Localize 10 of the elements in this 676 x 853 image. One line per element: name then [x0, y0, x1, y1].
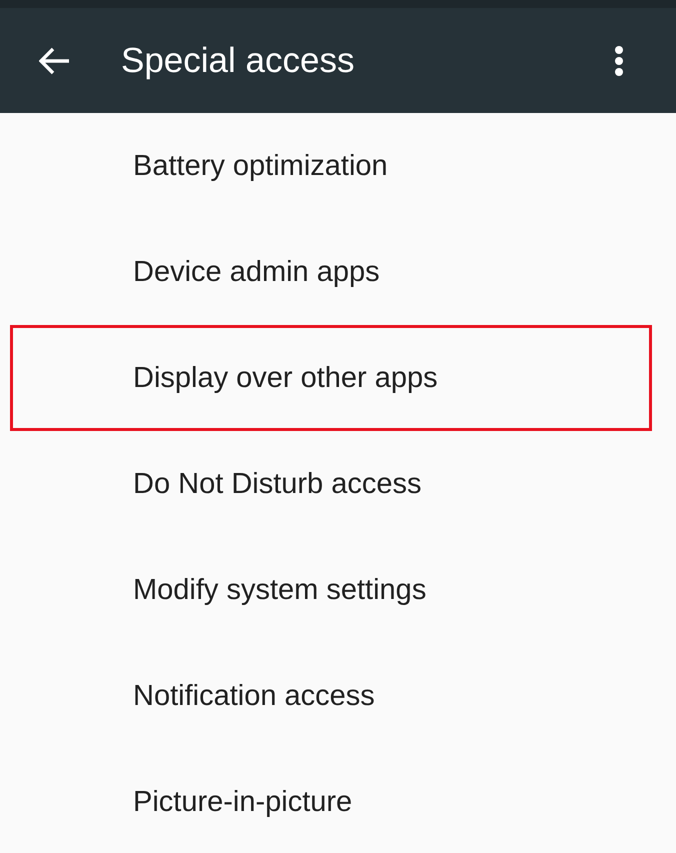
settings-item[interactable]: Modify system settings: [10, 537, 652, 643]
settings-item[interactable]: Do Not Disturb access: [10, 431, 652, 537]
settings-item[interactable]: Battery optimization: [10, 113, 652, 219]
screen-title: Special access: [121, 40, 356, 80]
more-options-icon[interactable]: [614, 46, 624, 76]
settings-item[interactable]: Display over other apps: [10, 325, 652, 431]
settings-item[interactable]: Notification access: [10, 643, 652, 749]
settings-item[interactable]: Device admin apps: [10, 219, 652, 325]
back-arrow-icon[interactable]: [39, 46, 71, 74]
settings-item[interactable]: Picture-in-picture: [10, 749, 652, 853]
